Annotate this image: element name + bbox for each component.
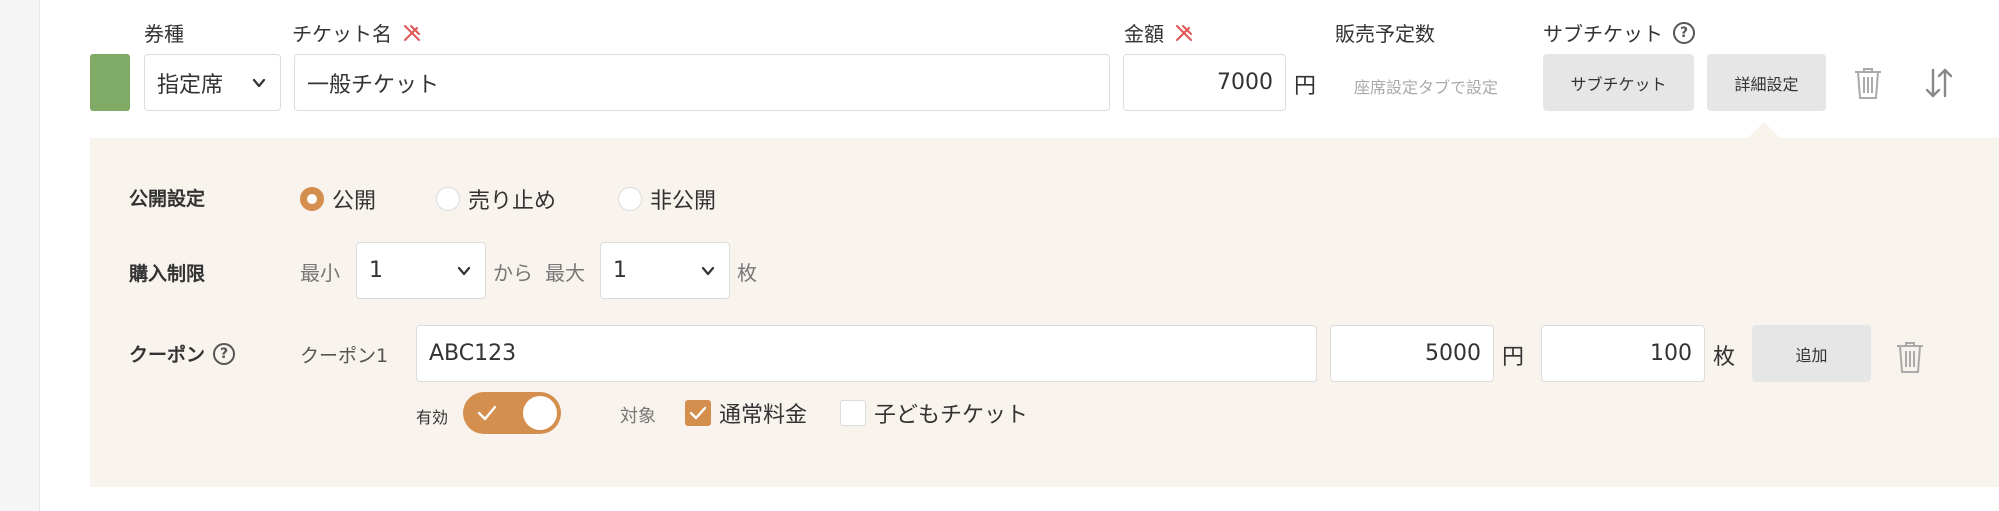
coupon-code-input[interactable]: ABC123 [416,325,1317,382]
ticket-type-select[interactable]: 指定席 [144,54,281,111]
column-header-ticket-name: チケット名 [292,18,422,47]
delete-coupon-button[interactable] [1892,338,1928,376]
coupon-code-value: ABC123 [429,341,517,366]
detail-settings-button[interactable]: 詳細設定 [1707,54,1826,111]
visibility-option-private[interactable]: 非公開 [618,183,716,215]
trash-icon [1897,342,1923,373]
chevron-down-icon [701,266,715,275]
coupon-amount-input[interactable]: 5000 [1330,325,1494,382]
detail-settings-panel [90,138,1999,487]
limit-unit: 枚 [737,261,757,285]
from-text: から [493,261,533,285]
ticket-name-input[interactable]: 一般チケット [294,54,1110,111]
coupon-name: クーポン1 [300,345,389,367]
target-label: 子どもチケット [874,403,1029,428]
column-header-sub-ticket: サブチケット ? [1543,18,1695,47]
sort-icon [1925,68,1953,98]
coupon-label: クーポン [129,344,206,366]
radio-unselected-icon [618,187,642,211]
radio-selected-icon [300,187,324,211]
visibility-option-public[interactable]: 公開 [300,183,376,215]
min-label: 最小 [300,261,340,285]
column-header-type-label: 券種 [144,22,184,46]
target-checkbox-regular[interactable]: 通常料金 [685,397,807,429]
coupon-amount-unit: 円 [1502,345,1525,370]
toggle-knob [523,396,557,430]
price-unit: 円 [1294,74,1317,99]
checkbox-unchecked-icon [840,400,866,426]
target-checkbox-child[interactable]: 子どもチケット [840,397,1028,429]
max-quantity-select[interactable]: 1 [600,242,730,299]
column-header-price: 金額 [1124,18,1194,47]
visibility-label: 公開設定 [129,188,206,210]
ticket-color-swatch[interactable] [90,54,130,111]
required-icon [402,23,422,43]
column-header-sub-ticket-label: サブチケット [1543,22,1663,46]
sub-ticket-button[interactable]: サブチケット [1543,54,1694,111]
purchase-limit-label: 購入制限 [129,263,206,285]
column-header-type: 券種 [144,18,184,47]
price-value: 7000 [1217,70,1273,95]
coupon-enabled-label: 有効 [416,408,449,427]
column-header-price-label: 金額 [1124,22,1164,46]
target-label: 通常料金 [719,403,808,428]
check-icon [477,405,497,421]
planned-sales-note: 座席設定タブで設定 [1354,78,1499,97]
column-header-planned-sales: 販売予定数 [1335,18,1435,47]
radio-unselected-icon [436,187,460,211]
delete-ticket-button[interactable] [1850,64,1886,102]
detail-panel-pointer [1747,122,1781,139]
ticket-name-value: 一般チケット [307,72,440,98]
coupon-label-group: クーポン ? [129,340,236,367]
coupon-target-label: 対象 [620,406,656,427]
visibility-option-label: 非公開 [650,189,717,214]
coupon-count-input[interactable]: 100 [1541,325,1705,382]
coupon-add-button[interactable]: 追加 [1752,325,1871,382]
ticket-type-value: 指定席 [157,72,224,98]
min-quantity-select[interactable]: 1 [356,242,486,299]
visibility-option-label: 売り止め [468,189,557,214]
chevron-down-icon [457,266,471,275]
left-sidebar-strip [0,0,40,511]
checkbox-checked-icon [685,400,711,426]
help-icon[interactable]: ? [1673,21,1695,44]
min-quantity-value: 1 [369,258,383,283]
trash-icon [1855,68,1881,99]
help-icon[interactable]: ? [213,342,236,365]
column-header-planned-sales-label: 販売予定数 [1335,22,1435,46]
coupon-count-unit: 枚 [1713,345,1736,370]
max-label: 最大 [545,261,585,285]
max-quantity-value: 1 [613,258,627,283]
sort-ticket-button[interactable] [1920,64,1958,102]
visibility-option-stop-sales[interactable]: 売り止め [436,183,556,215]
price-input[interactable]: 7000 [1123,54,1286,111]
required-icon [1174,23,1194,43]
coupon-count-value: 100 [1650,341,1692,366]
visibility-option-label: 公開 [332,189,377,214]
chevron-down-icon [252,78,266,87]
coupon-enabled-toggle[interactable] [463,392,561,434]
column-header-ticket-name-label: チケット名 [292,22,392,46]
coupon-amount-value: 5000 [1425,341,1481,366]
